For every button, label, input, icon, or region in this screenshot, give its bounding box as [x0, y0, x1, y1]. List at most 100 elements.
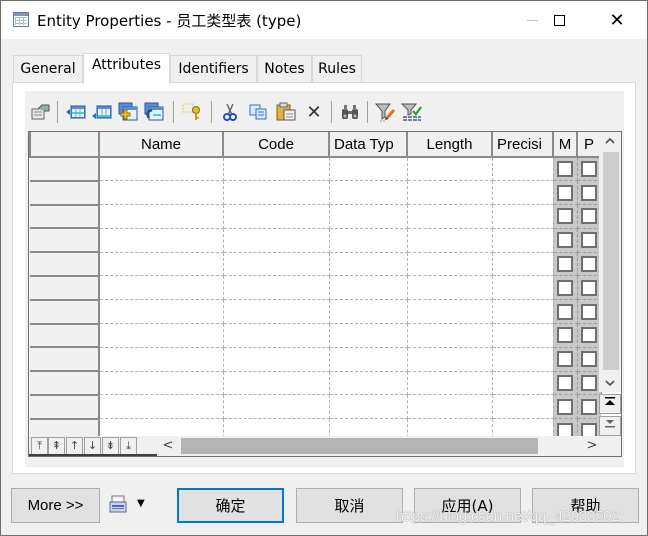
code-cell[interactable] [223, 228, 330, 253]
mandatory-checkbox[interactable] [557, 256, 573, 273]
scroll-down-arrow[interactable] [599, 374, 621, 392]
row-selector[interactable] [30, 394, 100, 420]
enable-filter-button[interactable] [401, 101, 423, 123]
data-type-cell[interactable] [329, 394, 408, 420]
length-cell[interactable] [407, 371, 493, 396]
primary-cell[interactable] [577, 371, 602, 396]
primary-checkbox[interactable] [581, 327, 597, 344]
column-header-length[interactable]: Length [406, 132, 493, 158]
code-cell[interactable] [223, 252, 330, 277]
table-row[interactable] [30, 204, 602, 230]
primary-cell[interactable] [577, 180, 602, 206]
horizontal-scroll-thumb[interactable] [181, 438, 538, 454]
data-type-cell[interactable] [329, 204, 408, 229]
move-page-up-button[interactable]: ⇞ [48, 437, 65, 455]
name-cell[interactable] [99, 204, 224, 229]
precision-cell[interactable] [492, 275, 554, 301]
row-selector[interactable] [30, 157, 100, 182]
primary-cell[interactable] [577, 394, 602, 420]
scroll-to-top-button[interactable] [599, 394, 621, 414]
primary-cell[interactable] [577, 299, 602, 325]
data-type-cell[interactable] [329, 275, 408, 301]
code-cell[interactable] [223, 323, 330, 348]
table-row[interactable] [30, 299, 602, 325]
mandatory-checkbox[interactable] [557, 398, 573, 415]
column-header-mandatory[interactable]: M [552, 132, 578, 158]
data-type-cell[interactable] [329, 371, 408, 396]
name-cell[interactable] [99, 371, 224, 396]
mandatory-checkbox[interactable] [557, 279, 573, 296]
row-selector[interactable] [30, 275, 100, 301]
length-cell[interactable] [407, 394, 493, 420]
move-up-button[interactable]: ↑ [66, 437, 83, 455]
primary-cell[interactable] [577, 228, 602, 253]
mandatory-cell[interactable] [553, 180, 578, 206]
data-type-cell[interactable] [329, 299, 408, 325]
copy-button[interactable] [247, 101, 269, 123]
primary-cell[interactable] [577, 204, 602, 229]
name-cell[interactable] [99, 275, 224, 301]
tab-identifiers[interactable]: Identifiers [170, 55, 257, 83]
print-button[interactable] [109, 495, 127, 515]
row-selector[interactable] [30, 323, 100, 349]
column-header-data-type[interactable]: Data Typ [328, 132, 408, 158]
length-cell[interactable] [407, 204, 493, 229]
primary-cell[interactable] [577, 252, 602, 277]
name-cell[interactable] [99, 347, 224, 372]
move-to-top-button[interactable]: ⤒ [31, 437, 48, 455]
length-cell[interactable] [407, 299, 493, 325]
table-row[interactable] [30, 394, 602, 420]
table-row[interactable] [30, 275, 602, 301]
precision-cell[interactable] [492, 323, 554, 348]
code-cell[interactable] [223, 157, 330, 182]
precision-cell[interactable] [492, 299, 554, 325]
tab-general[interactable]: General [13, 55, 83, 83]
precision-cell[interactable] [492, 204, 554, 229]
close-button[interactable]: ✕ [594, 1, 640, 39]
table-row[interactable] [30, 180, 602, 206]
scroll-right-arrow[interactable]: > [585, 438, 599, 454]
find-button[interactable] [339, 101, 361, 123]
name-cell[interactable] [99, 180, 224, 206]
cancel-button[interactable]: 取消 [296, 488, 403, 523]
column-header-name[interactable]: Name [98, 132, 224, 158]
data-type-cell[interactable] [329, 347, 408, 372]
code-cell[interactable] [223, 299, 330, 325]
apply-button[interactable]: 应用(A) [414, 488, 521, 523]
primary-checkbox[interactable] [581, 208, 597, 225]
table-row[interactable] [30, 323, 602, 349]
vertical-scroll-thumb[interactable] [603, 152, 619, 370]
customize-filter-button[interactable] [375, 101, 397, 123]
data-type-cell[interactable] [329, 252, 408, 277]
tab-rules[interactable]: Rules [312, 55, 362, 83]
length-cell[interactable] [407, 252, 493, 277]
primary-checkbox[interactable] [581, 351, 597, 368]
vertical-scrollbar[interactable] [599, 132, 621, 392]
primary-checkbox[interactable] [581, 161, 597, 178]
mandatory-cell[interactable] [553, 299, 578, 325]
mandatory-checkbox[interactable] [557, 351, 573, 368]
row-selector[interactable] [30, 228, 100, 254]
scroll-up-arrow[interactable] [599, 132, 621, 150]
scroll-left-arrow[interactable]: < [161, 438, 175, 454]
name-cell[interactable] [99, 157, 224, 182]
precision-cell[interactable] [492, 394, 554, 420]
precision-cell[interactable] [492, 228, 554, 253]
mandatory-cell[interactable] [553, 204, 578, 229]
primary-checkbox[interactable] [581, 232, 597, 249]
name-cell[interactable] [99, 252, 224, 277]
precision-cell[interactable] [492, 371, 554, 396]
table-row[interactable] [30, 252, 602, 277]
mandatory-checkbox[interactable] [557, 303, 573, 320]
mandatory-cell[interactable] [553, 347, 578, 372]
primary-checkbox[interactable] [581, 375, 597, 392]
primary-checkbox[interactable] [581, 279, 597, 296]
primary-checkbox[interactable] [581, 256, 597, 273]
primary-checkbox[interactable] [581, 184, 597, 201]
ok-button[interactable]: 确定 [177, 488, 284, 523]
data-type-cell[interactable] [329, 323, 408, 348]
column-header-code[interactable]: Code [222, 132, 330, 158]
row-selector[interactable] [30, 347, 100, 373]
length-cell[interactable] [407, 323, 493, 348]
tab-notes[interactable]: Notes [257, 55, 312, 83]
